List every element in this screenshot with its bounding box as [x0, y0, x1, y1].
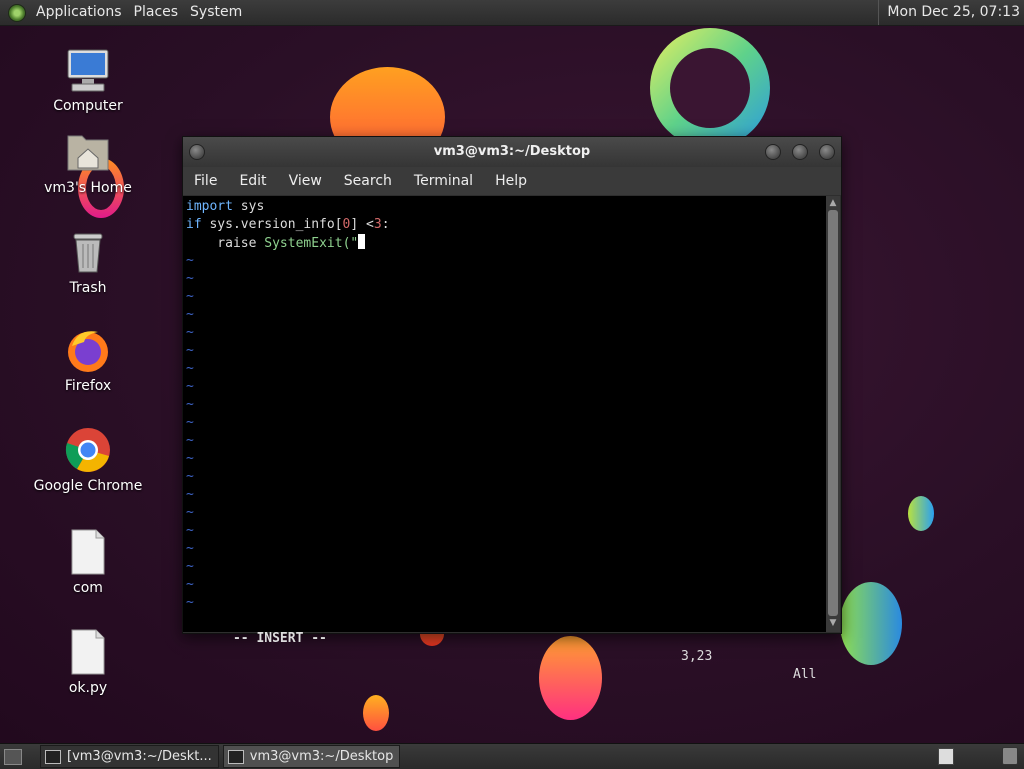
applications-menu[interactable]: Applications: [30, 0, 128, 25]
computer-label: Computer: [53, 98, 123, 114]
bottom-panel: [vm3@vm3:~/Deskt... vm3@vm3:~/Desktop: [0, 743, 1024, 769]
home-folder-icon: [64, 128, 112, 176]
distro-logo-icon[interactable]: [8, 3, 26, 22]
number-literal: 3: [373, 217, 382, 232]
code-text: sys: [232, 199, 265, 214]
empty-line-marker: ~: [186, 343, 194, 358]
desktop-icon-chrome[interactable]: Google Chrome: [28, 426, 148, 494]
wallpaper-pink-blob: [539, 636, 602, 720]
empty-line-marker: ~: [186, 541, 194, 556]
window-menu-button[interactable]: [189, 144, 205, 160]
terminal-icon: [227, 749, 244, 764]
okpy-label: ok.py: [68, 680, 108, 696]
wallpaper-green-ring: [650, 28, 770, 148]
scroll-down-icon[interactable]: ▼: [828, 618, 838, 628]
empty-line-marker: ~: [186, 433, 194, 448]
desktop-icon-trash[interactable]: Trash: [28, 228, 148, 296]
terminal-window[interactable]: vm3@vm3:~/Desktop File Edit View Search …: [182, 136, 842, 682]
clock[interactable]: Mon Dec 25, 07:13: [878, 0, 1020, 25]
file-icon: [64, 528, 112, 576]
scrollbar-thumb[interactable]: [828, 210, 838, 616]
vim-status-line: -- INSERT -- 3,23 All: [186, 612, 822, 682]
empty-line-marker: ~: [186, 595, 194, 610]
menu-view[interactable]: View: [278, 173, 333, 189]
empty-line-marker: ~: [186, 451, 194, 466]
trash-label: Trash: [69, 280, 107, 296]
empty-line-marker: ~: [186, 487, 194, 502]
keyword: if: [186, 217, 202, 232]
trash-icon: [64, 228, 112, 276]
desktop-icon-computer[interactable]: Computer: [28, 46, 148, 114]
window-title: vm3@vm3:~/Desktop: [433, 144, 591, 159]
places-menu[interactable]: Places: [128, 0, 185, 25]
trash-applet-icon[interactable]: [1002, 747, 1018, 765]
terminal-menubar: File Edit View Search Terminal Help: [183, 167, 841, 195]
text-cursor: [358, 234, 366, 249]
keyword: import: [186, 199, 233, 214]
code-text: sys.version_info[: [201, 217, 343, 232]
workspace-switcher[interactable]: [938, 748, 954, 765]
close-button[interactable]: [819, 144, 835, 160]
menu-search[interactable]: Search: [333, 173, 403, 189]
empty-line-marker: ~: [186, 289, 194, 304]
function-name: SystemExit: [264, 236, 343, 251]
empty-line-marker: ~: [186, 559, 194, 574]
code-line-1: import sys: [186, 198, 264, 216]
firefox-label: Firefox: [64, 378, 112, 394]
computer-icon: [64, 46, 112, 94]
scroll-up-icon[interactable]: ▲: [828, 198, 838, 208]
code-text: (": [342, 236, 359, 251]
code-line-3: raise SystemExit(": [186, 234, 366, 252]
terminal-scrollbar[interactable]: ▲ ▼: [826, 196, 840, 632]
minimize-button[interactable]: [765, 144, 781, 160]
empty-line-marker: ~: [186, 523, 194, 538]
menu-file[interactable]: File: [183, 173, 228, 189]
desktop-icon-okpy[interactable]: ok.py: [28, 628, 148, 696]
mode-indicator: -- INSERT --: [232, 631, 327, 646]
wallpaper-blue-blob: [908, 496, 934, 531]
code-text: ] <: [350, 217, 374, 232]
task-label: vm3@vm3:~/Desktop: [249, 749, 394, 764]
chrome-label: Google Chrome: [33, 478, 143, 494]
chrome-icon: [64, 426, 112, 474]
code-text: :: [381, 217, 390, 232]
empty-line-marker: ~: [186, 505, 194, 520]
empty-line-marker: ~: [186, 325, 194, 340]
wallpaper-small-blob: [363, 695, 389, 731]
home-label: vm3's Home: [44, 180, 132, 196]
empty-line-marker: ~: [186, 307, 194, 322]
desktop-icon-home[interactable]: vm3's Home: [28, 128, 148, 196]
taskbar-item-terminal-1[interactable]: [vm3@vm3:~/Deskt...: [40, 745, 219, 768]
empty-line-marker: ~: [186, 577, 194, 592]
top-panel: Applications Places System Mon Dec 25, 0…: [0, 0, 1024, 26]
system-menu[interactable]: System: [184, 0, 248, 25]
menu-help[interactable]: Help: [484, 173, 538, 189]
file-icon: [64, 628, 112, 676]
show-desktop-icon[interactable]: [4, 748, 22, 765]
code-text: raise: [186, 236, 265, 251]
cursor-position: 3,23: [681, 649, 713, 664]
desktop-icon-firefox[interactable]: Firefox: [28, 326, 148, 394]
empty-line-marker: ~: [186, 469, 194, 484]
desktop-icon-com[interactable]: com: [28, 528, 148, 596]
empty-line-marker: ~: [186, 379, 194, 394]
com-label: com: [73, 580, 103, 596]
empty-line-marker: ~: [186, 397, 194, 412]
task-label: [vm3@vm3:~/Deskt...: [67, 749, 212, 764]
code-line-2: if sys.version_info[0] <3:: [186, 216, 390, 234]
maximize-button[interactable]: [792, 144, 808, 160]
empty-line-marker: ~: [186, 253, 194, 268]
taskbar-item-terminal-2[interactable]: vm3@vm3:~/Desktop: [222, 745, 401, 768]
wallpaper-green-blue-blob: [840, 582, 902, 665]
empty-line-marker: ~: [186, 271, 194, 286]
scroll-indicator: All: [793, 667, 817, 682]
firefox-icon: [64, 326, 112, 374]
window-titlebar[interactable]: vm3@vm3:~/Desktop: [183, 137, 841, 167]
menu-edit[interactable]: Edit: [228, 173, 277, 189]
terminal-text-area[interactable]: import sys if sys.version_info[0] <3: ra…: [183, 196, 826, 682]
empty-line-marker: ~: [186, 415, 194, 430]
terminal-icon: [45, 749, 61, 764]
empty-line-marker: ~: [186, 361, 194, 376]
menu-terminal[interactable]: Terminal: [403, 173, 484, 189]
